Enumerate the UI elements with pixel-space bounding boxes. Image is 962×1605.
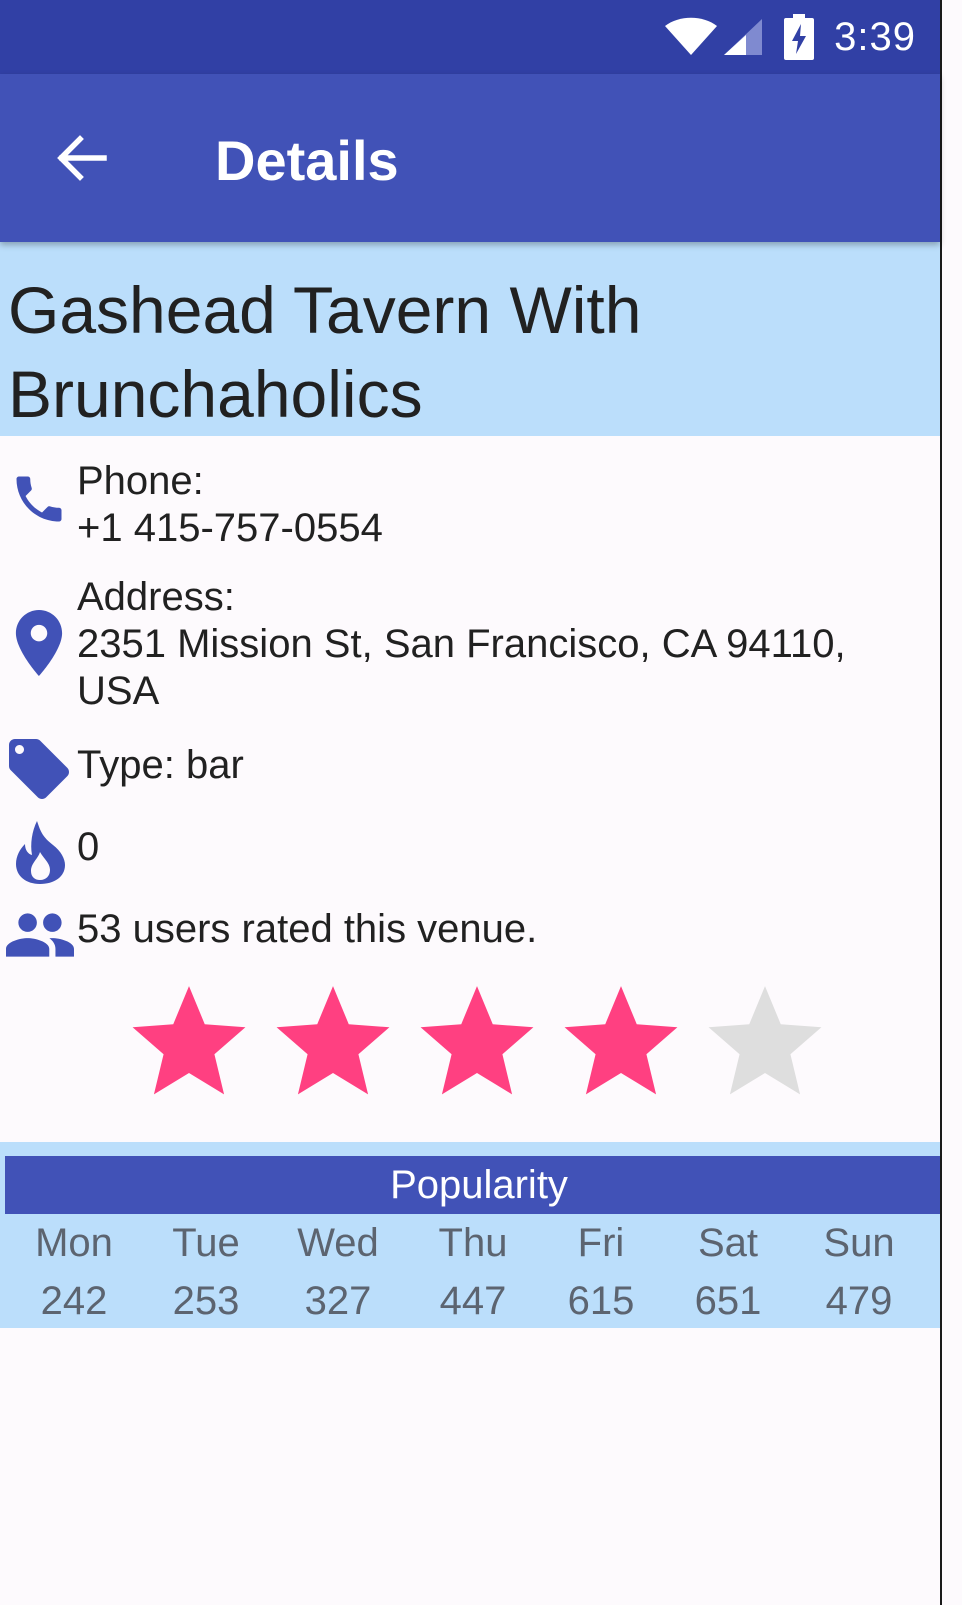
venue-header: Gashead Tavern With Brunchaholics — [0, 242, 940, 436]
popularity-column: Tue 253 — [141, 1214, 271, 1330]
popularity-value: 651 — [694, 1279, 762, 1323]
popularity-day: Sun — [823, 1221, 895, 1265]
app-bar: Details — [0, 74, 940, 242]
app-bar-title: Details — [215, 129, 399, 192]
popularity-column: Mon 242 — [9, 1214, 139, 1330]
popularity-column: Sat 651 — [663, 1214, 793, 1330]
popularity-column: Fri 615 — [536, 1214, 666, 1330]
flame-icon — [12, 818, 68, 886]
phone-label: Phone: — [77, 459, 204, 503]
popularity-value: 242 — [40, 1279, 108, 1323]
popularity-value: 479 — [825, 1279, 893, 1323]
popularity-title: Popularity — [5, 1156, 953, 1214]
popularity-day: Tue — [172, 1221, 240, 1265]
hot-row: 0 — [0, 818, 940, 888]
popularity-day: Mon — [35, 1221, 113, 1265]
people-icon — [6, 910, 74, 960]
arrow-back-icon — [57, 135, 107, 181]
battery-charging-icon — [784, 14, 815, 60]
popularity-day: Fri — [577, 1221, 625, 1265]
popularity-value: 447 — [439, 1279, 507, 1323]
star-3-icon[interactable] — [416, 980, 538, 1102]
star-5-icon[interactable] — [704, 980, 826, 1102]
popularity-value: 615 — [567, 1279, 635, 1323]
rating-bar[interactable] — [128, 980, 848, 1102]
hot-count: 0 — [77, 825, 100, 869]
wifi-icon — [665, 17, 718, 55]
status-bar: 3:39 — [0, 0, 940, 74]
signal-icon — [724, 19, 763, 55]
star-2-icon[interactable] — [272, 980, 394, 1102]
phone-row[interactable]: Phone: +1 415-757-0554 — [0, 458, 940, 552]
address-row[interactable]: Address: 2351 Mission St, San Francisco,… — [0, 574, 940, 716]
address-value: 2351 Mission St, San Francisco, CA 94110… — [77, 622, 846, 713]
star-4-icon[interactable] — [560, 980, 682, 1102]
phone-number: +1 415-757-0554 — [77, 506, 383, 550]
popularity-column: Sun 479 — [794, 1214, 924, 1330]
address-label: Address: — [77, 575, 235, 619]
popularity-column: Thu 447 — [408, 1214, 538, 1330]
app-root: 3:39 Details Gashead Tavern With Bruncha… — [0, 0, 953, 1605]
popularity-day: Sat — [697, 1221, 759, 1265]
star-1-icon[interactable] — [128, 980, 250, 1102]
tag-icon — [6, 736, 72, 802]
location-pin-icon — [10, 610, 68, 676]
venue-type: Type: bar — [77, 743, 244, 787]
venue-name: Gashead Tavern With Brunchaholics — [8, 273, 642, 431]
popularity-day: Wed — [297, 1221, 379, 1265]
phone-icon — [8, 468, 70, 530]
screen-edge — [940, 0, 962, 1605]
popularity-panel: Popularity Mon 242 Tue 253 Wed 327 Thu 4… — [0, 1142, 953, 1330]
ratings-count-row: 53 users rated this venue. — [0, 900, 940, 964]
popularity-value: 327 — [304, 1279, 372, 1323]
type-row: Type: bar — [0, 736, 940, 800]
back-button[interactable] — [44, 120, 120, 196]
popularity-column: Wed 327 — [273, 1214, 403, 1330]
status-time: 3:39 — [834, 14, 916, 59]
ratings-count-text: 53 users rated this venue. — [77, 907, 538, 951]
popularity-day: Thu — [438, 1221, 508, 1265]
popularity-value: 253 — [172, 1279, 240, 1323]
